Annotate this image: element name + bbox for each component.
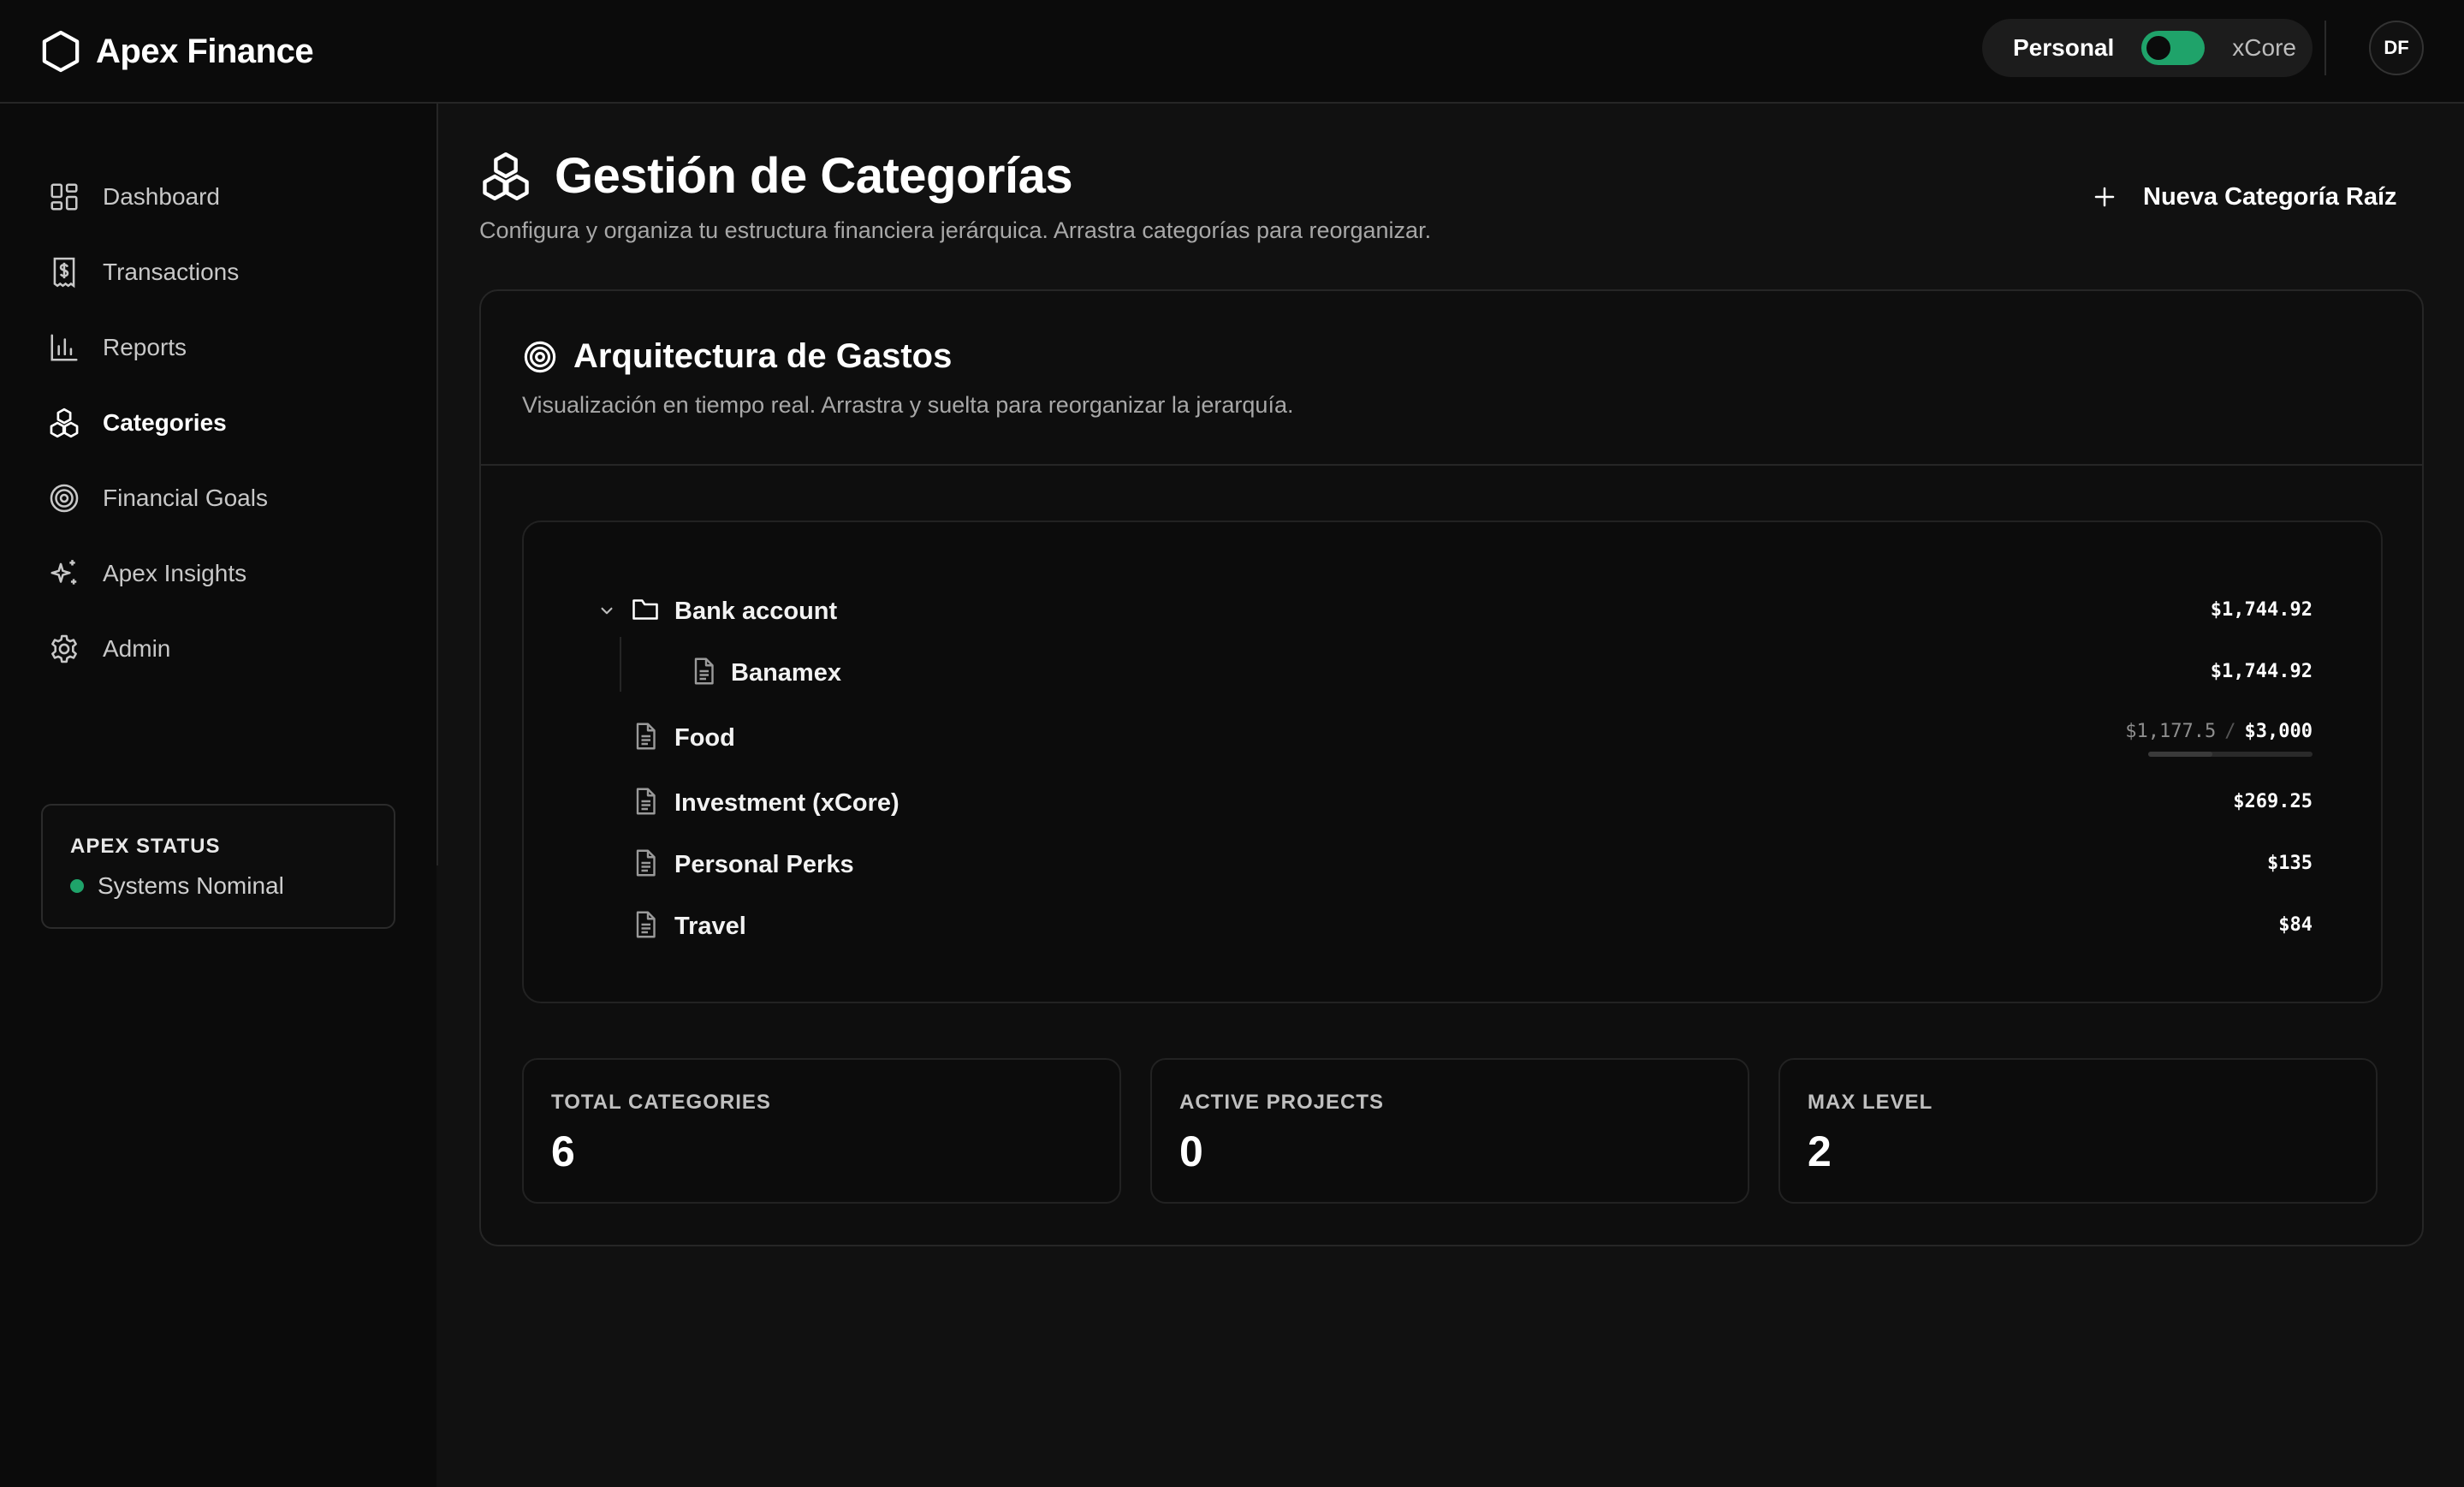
tree-row-amount: $269.25 bbox=[2233, 791, 2313, 812]
tree-row-label: Investment (xCore) bbox=[674, 789, 900, 817]
tree-row-label: Bank account bbox=[674, 598, 838, 625]
context-toggle[interactable] bbox=[2141, 31, 2206, 65]
new-root-category-label: Nueva Categoría Raíz bbox=[2143, 182, 2397, 211]
sidebar-item-admin[interactable]: Admin bbox=[48, 628, 170, 670]
sidebar-item-financial-goals[interactable]: Financial Goals bbox=[48, 477, 268, 520]
plus-icon bbox=[2094, 187, 2115, 207]
tree-row-amount: $84 bbox=[2278, 914, 2313, 936]
chevron-down-icon[interactable] bbox=[596, 599, 618, 622]
toggle-knob bbox=[2145, 34, 2173, 62]
sidebar-item-apex-insights[interactable]: Apex Insights bbox=[48, 552, 246, 595]
stat-label: MAX LEVEL bbox=[1808, 1091, 1933, 1114]
tree-row-travel[interactable]: Travel $84 bbox=[524, 904, 2381, 947]
stat-max-level: MAX LEVEL 2 bbox=[1778, 1058, 2378, 1204]
status-text: Systems Nominal bbox=[98, 872, 284, 899]
stat-value: 2 bbox=[1808, 1127, 1832, 1175]
sidebar-item-dashboard[interactable]: Dashboard bbox=[48, 175, 220, 218]
divider bbox=[2324, 21, 2326, 75]
stat-total-categories: TOTAL CATEGORIES 6 bbox=[522, 1058, 1121, 1204]
tree-row-label: Banamex bbox=[731, 659, 841, 687]
context-switch: Personal xCore bbox=[1982, 19, 2313, 77]
stat-value: 0 bbox=[1179, 1127, 1203, 1175]
sidebar-item-label: Financial Goals bbox=[103, 485, 268, 511]
tree-row-investment-xcore[interactable]: Investment (xCore) $269.25 bbox=[524, 781, 2381, 824]
apex-status-card: APEX STATUS Systems Nominal bbox=[41, 804, 395, 929]
card-subtitle: Visualización en tiempo real. Arrastra y… bbox=[522, 392, 1294, 418]
sidebar-divider bbox=[436, 104, 438, 865]
category-tree: Bank account $1,744.92 Banamex $1,744.92… bbox=[522, 520, 2383, 1003]
expense-architecture-card: Arquitectura de Gastos Visualización en … bbox=[479, 289, 2424, 1246]
tree-row-banamex[interactable]: Banamex $1,744.92 bbox=[524, 651, 2381, 693]
budget-readout: $1,177.5 / $3,000 bbox=[2125, 721, 2313, 742]
status-line: Systems Nominal bbox=[70, 872, 284, 900]
folder-icon bbox=[632, 599, 658, 620]
sidebar-item-label: Admin bbox=[103, 635, 171, 662]
sparkles-icon bbox=[50, 560, 77, 585]
file-icon bbox=[636, 723, 656, 750]
app-name: Apex Finance bbox=[96, 32, 314, 70]
status-title: APEX STATUS bbox=[70, 835, 221, 858]
tree-row-bank-account[interactable]: Bank account $1,744.92 bbox=[524, 589, 2381, 632]
budget-progress-bar bbox=[2148, 752, 2313, 757]
budget-spent: $1,177.5 bbox=[2125, 721, 2217, 742]
sidebar-item-label: Dashboard bbox=[103, 183, 220, 210]
card-title: Arquitectura de Gastos bbox=[573, 337, 953, 375]
card-header: Arquitectura de Gastos Visualización en … bbox=[481, 291, 2422, 466]
sidebar-item-reports[interactable]: Reports bbox=[48, 326, 187, 369]
sidebar: Dashboard Transactions Reports Categorie… bbox=[0, 104, 436, 1487]
page-header: Gestión de Categorías bbox=[479, 147, 1073, 205]
sidebar-item-categories[interactable]: Categories bbox=[48, 401, 227, 444]
tree-row-personal-perks[interactable]: Personal Perks $135 bbox=[524, 842, 2381, 885]
budget-limit: $3,000 bbox=[2244, 721, 2313, 742]
status-dot-icon bbox=[70, 879, 84, 893]
context-personal-label[interactable]: Personal bbox=[2013, 34, 2114, 62]
sidebar-item-label: Transactions bbox=[103, 259, 240, 285]
tree-row-amount: $1,744.92 bbox=[2210, 599, 2313, 621]
sidebar-item-label: Apex Insights bbox=[103, 560, 247, 586]
budget-progress-fill bbox=[2148, 752, 2213, 757]
blocks-icon bbox=[483, 152, 529, 200]
dollar-receipt-icon bbox=[53, 257, 75, 288]
context-xcore-label[interactable]: xCore bbox=[2232, 34, 2296, 62]
hexagon-icon bbox=[42, 30, 80, 73]
new-root-category-button[interactable]: Nueva Categoría Raíz bbox=[2071, 171, 2418, 223]
sidebar-item-transactions[interactable]: Transactions bbox=[48, 251, 239, 294]
page-subtitle: Configura y organiza tu estructura finan… bbox=[479, 217, 1432, 243]
stat-label: ACTIVE PROJECTS bbox=[1179, 1091, 1385, 1114]
tree-row-label: Food bbox=[674, 724, 735, 752]
target-icon bbox=[50, 484, 79, 513]
file-icon bbox=[636, 911, 656, 938]
budget-separator: / bbox=[2224, 721, 2236, 742]
avatar[interactable]: DF bbox=[2369, 21, 2424, 75]
gear-icon bbox=[51, 634, 77, 663]
tree-row-amount: $135 bbox=[2267, 853, 2313, 874]
file-icon bbox=[636, 788, 656, 815]
dashboard-icon bbox=[50, 183, 78, 211]
file-icon bbox=[694, 657, 714, 685]
sidebar-item-label: Reports bbox=[103, 334, 187, 360]
tree-row-label: Travel bbox=[674, 913, 746, 940]
brand[interactable]: Apex Finance bbox=[41, 26, 314, 77]
tree-row-food[interactable]: Food $1,177.5 / $3,000 bbox=[524, 716, 2381, 758]
stat-active-projects: ACTIVE PROJECTS 0 bbox=[1150, 1058, 1749, 1204]
top-bar: Apex Finance Personal xCore DF bbox=[0, 0, 2464, 104]
stat-value: 6 bbox=[551, 1127, 575, 1175]
target-icon bbox=[524, 341, 556, 372]
file-icon bbox=[636, 849, 656, 877]
tree-row-label: Personal Perks bbox=[674, 851, 854, 878]
card-title-wrap: Arquitectura de Gastos bbox=[522, 337, 952, 376]
tree-row-amount: $1,744.92 bbox=[2210, 661, 2313, 682]
sidebar-item-label: Categories bbox=[103, 409, 227, 436]
stat-label: TOTAL CATEGORIES bbox=[551, 1091, 771, 1114]
blocks-icon bbox=[50, 407, 79, 438]
page-title: Gestión de Categorías bbox=[555, 148, 1073, 204]
bar-chart-icon bbox=[50, 334, 78, 361]
